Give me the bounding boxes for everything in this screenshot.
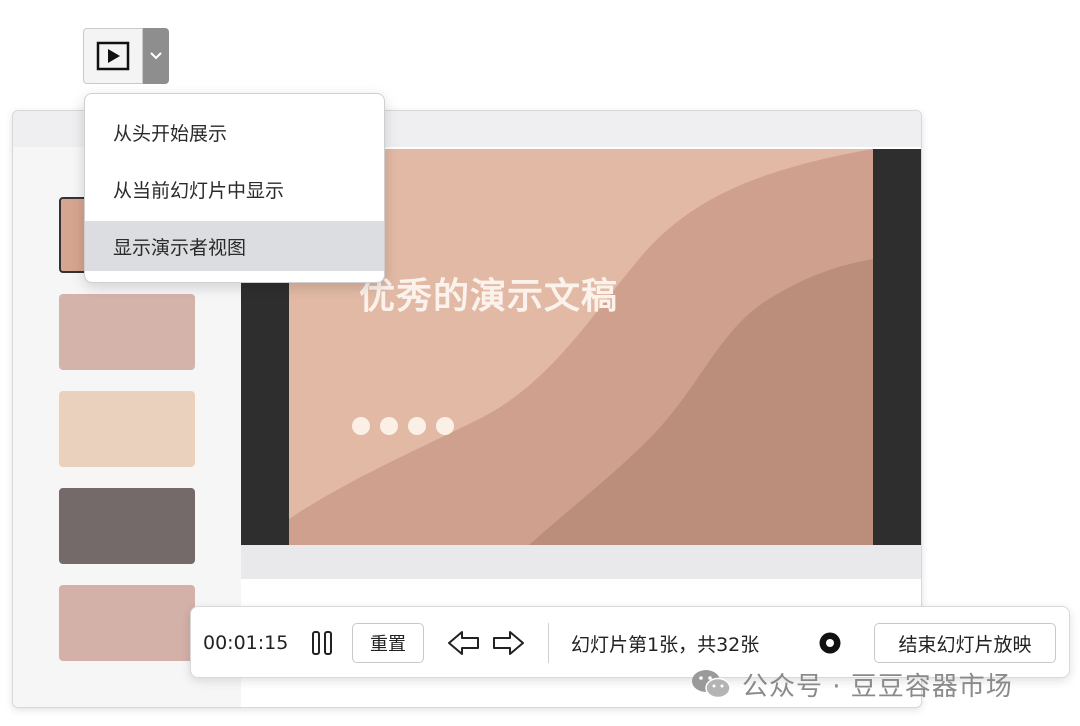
elapsed-timer: 00:01:15 bbox=[203, 632, 289, 654]
next-arrow-icon bbox=[493, 631, 524, 655]
next-slide-button[interactable] bbox=[491, 629, 525, 657]
pause-button[interactable] bbox=[311, 629, 333, 657]
menu-item-start-from-current[interactable]: 从当前幻灯片中显示 bbox=[85, 164, 384, 214]
pause-icon bbox=[312, 631, 332, 655]
previous-slide-button[interactable] bbox=[447, 629, 481, 657]
slide-thumbnail-5[interactable] bbox=[59, 585, 195, 661]
slide-thumbnail-2[interactable] bbox=[59, 294, 195, 370]
wechat-icon bbox=[692, 670, 731, 699]
slideshow-options-dropdown[interactable] bbox=[143, 28, 169, 84]
record-icon bbox=[819, 632, 841, 654]
reset-timer-button[interactable]: 重置 bbox=[352, 623, 424, 663]
prev-arrow-icon bbox=[448, 631, 479, 655]
watermark-text: 公众号 · 豆豆容器市场 bbox=[742, 671, 1013, 702]
slideshow-button-group bbox=[83, 28, 169, 84]
slide-dot-3 bbox=[408, 417, 426, 435]
slide-dot-2 bbox=[380, 417, 398, 435]
play-icon bbox=[96, 41, 130, 71]
slide-title: 优秀的演示文稿 bbox=[359, 276, 619, 317]
notes-strip bbox=[241, 545, 921, 579]
menu-item-presenter-view[interactable]: 显示演示者视图 bbox=[85, 221, 384, 271]
pointer-tool-button[interactable] bbox=[818, 631, 842, 655]
slide-counter: 幻灯片第1张，共32张 bbox=[571, 633, 760, 656]
slide-dot-1 bbox=[352, 417, 370, 435]
watermark: 公众号 · 豆豆容器市场 bbox=[690, 664, 1013, 704]
play-slideshow-button[interactable] bbox=[83, 28, 143, 84]
end-slideshow-button[interactable]: 结束幻灯片放映 bbox=[874, 623, 1056, 663]
slideshow-options-menu: 从头开始展示 从当前幻灯片中显示 显示演示者视图 bbox=[84, 93, 385, 283]
control-divider bbox=[548, 623, 549, 663]
menu-item-start-from-beginning[interactable]: 从头开始展示 bbox=[85, 107, 384, 157]
slide-dot-4 bbox=[436, 417, 454, 435]
slide-thumbnail-4[interactable] bbox=[59, 488, 195, 564]
slide-thumbnail-3[interactable] bbox=[59, 391, 195, 467]
chevron-down-icon bbox=[150, 52, 162, 60]
